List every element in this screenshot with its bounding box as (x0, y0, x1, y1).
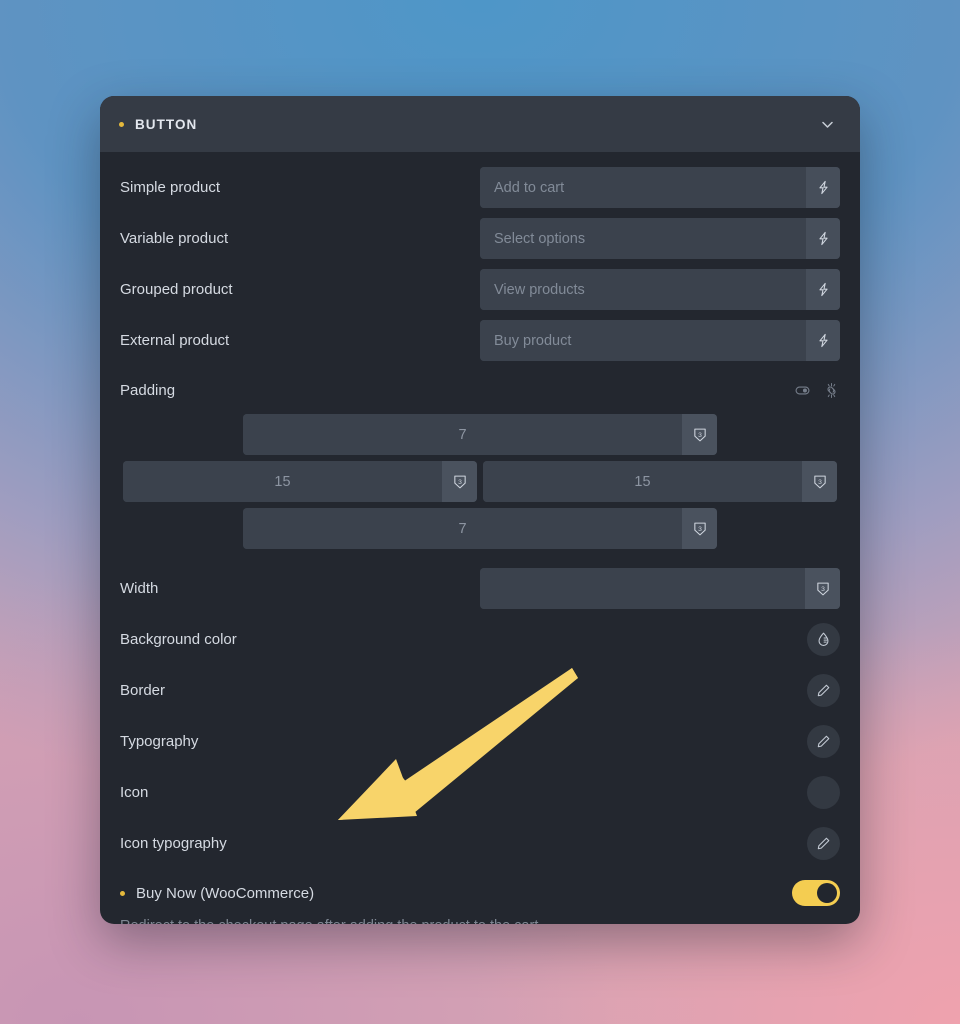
css3-unit-icon[interactable]: 3 (682, 414, 717, 455)
row-icon-typography: Icon typography (120, 818, 840, 869)
row-label: Simple product (120, 179, 221, 196)
buy-now-toggle[interactable] (792, 880, 840, 906)
row-label: Typography (120, 733, 199, 750)
padding-bottom-field[interactable]: 7 3 (243, 508, 717, 549)
width-label: Width (120, 580, 159, 597)
external-product-field[interactable]: Buy product (480, 320, 840, 361)
width-field[interactable]: 3 (480, 568, 840, 609)
row-label: Border (120, 682, 166, 699)
grouped-product-field[interactable]: View products (480, 269, 840, 310)
lightning-bolt-icon[interactable] (806, 218, 840, 259)
row-label: Icon (120, 784, 149, 801)
padding-top-field[interactable]: 7 3 (243, 414, 717, 455)
css3-unit-icon[interactable]: 3 (805, 568, 840, 609)
buy-now-status-dot (120, 890, 125, 896)
simple-product-input[interactable]: Add to cart (480, 167, 806, 208)
row-external-product: External product Buy product (120, 315, 840, 366)
variable-product-input[interactable]: Select options (480, 218, 806, 259)
row-simple-product: Simple product Add to cart (120, 162, 840, 213)
empty-circle-icon[interactable] (807, 776, 840, 809)
pencil-edit-icon[interactable] (807, 827, 840, 860)
responsive-toggle-icon[interactable] (794, 382, 811, 399)
css3-unit-icon[interactable]: 3 (682, 508, 717, 549)
width-input[interactable] (480, 568, 805, 609)
lightning-bolt-icon[interactable] (806, 269, 840, 310)
row-border: Border (120, 665, 840, 716)
lightning-bolt-icon[interactable] (806, 167, 840, 208)
buy-now-description: Redirect to the checkout page after addi… (120, 917, 840, 924)
padding-left-field[interactable]: 15 3 (123, 461, 477, 502)
css3-unit-icon[interactable]: 3 (802, 461, 837, 502)
lightning-bolt-icon[interactable] (806, 320, 840, 361)
padding-tools (794, 382, 840, 399)
row-buy-now: Buy Now (WooCommerce) (120, 869, 840, 917)
toggle-knob (817, 883, 837, 903)
row-icon: Icon (120, 767, 840, 818)
svg-text:3: 3 (821, 585, 825, 592)
external-product-input[interactable]: Buy product (480, 320, 806, 361)
padding-right-value[interactable]: 15 (483, 461, 802, 502)
panel-body: Simple product Add to cart Variable prod… (100, 152, 860, 924)
panel-status-dot (119, 121, 124, 127)
row-width: Width 3 (120, 563, 840, 614)
padding-right-field[interactable]: 15 3 (483, 461, 837, 502)
padding-header: Padding (120, 366, 840, 414)
pencil-edit-icon[interactable] (807, 725, 840, 758)
row-label: Background color (120, 631, 237, 648)
padding-side-line: 15 3 15 3 (120, 461, 840, 502)
padding-bottom-value[interactable]: 7 (243, 508, 682, 549)
panel-header[interactable]: BUTTON (100, 96, 860, 152)
grouped-product-input[interactable]: View products (480, 269, 806, 310)
buy-now-label: Buy Now (WooCommerce) (136, 884, 315, 902)
row-label: Icon typography (120, 835, 227, 852)
svg-text:3: 3 (818, 478, 822, 485)
row-variable-product: Variable product Select options (120, 213, 840, 264)
link-values-icon[interactable] (823, 382, 840, 399)
padding-label: Padding (120, 381, 176, 399)
variable-product-field[interactable]: Select options (480, 218, 840, 259)
svg-text:3: 3 (458, 478, 462, 485)
row-grouped-product: Grouped product View products (120, 264, 840, 315)
droplet-fill-icon[interactable] (807, 623, 840, 656)
row-background-color: Background color (120, 614, 840, 665)
row-typography: Typography (120, 716, 840, 767)
padding-inputs: 7 3 15 3 15 3 7 3 (120, 414, 840, 563)
padding-left-value[interactable]: 15 (123, 461, 442, 502)
row-label: Grouped product (120, 281, 233, 298)
css3-unit-icon[interactable]: 3 (442, 461, 477, 502)
svg-text:3: 3 (698, 525, 702, 532)
chevron-down-icon[interactable] (816, 113, 838, 135)
row-label: Variable product (120, 230, 229, 247)
padding-bottom-line: 7 3 (120, 508, 840, 549)
button-settings-panel: BUTTON Simple product Add to cart Variab… (100, 96, 860, 924)
pencil-edit-icon[interactable] (807, 674, 840, 707)
row-label: External product (120, 332, 230, 349)
svg-text:3: 3 (698, 431, 702, 438)
padding-top-line: 7 3 (120, 414, 840, 455)
simple-product-field[interactable]: Add to cart (480, 167, 840, 208)
padding-top-value[interactable]: 7 (243, 414, 682, 455)
page-title: BUTTON (135, 116, 198, 132)
